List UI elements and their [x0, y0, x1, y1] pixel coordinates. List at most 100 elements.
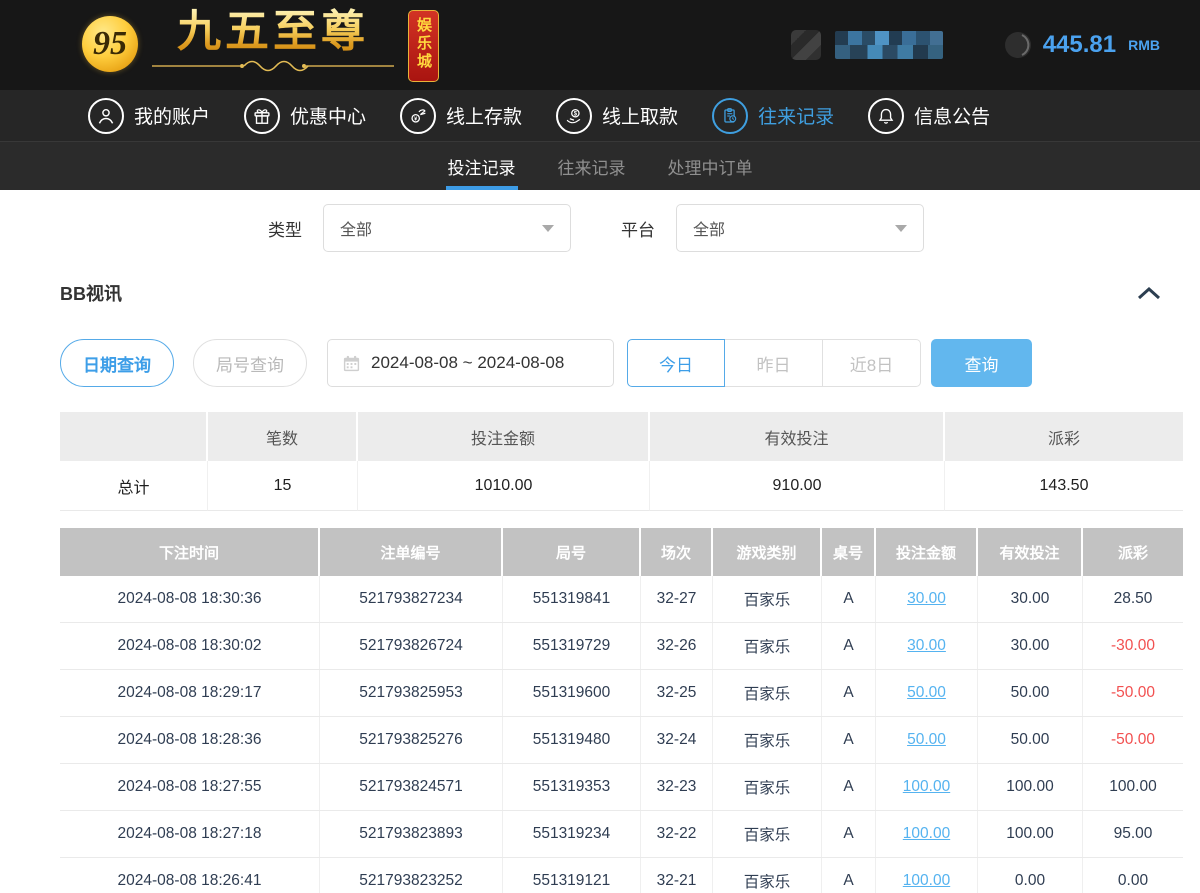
col-table-no: 桌号	[822, 528, 876, 576]
table-row: 2024-08-08 18:27:55521793824571551319353…	[60, 764, 1183, 811]
cell-table-no: A	[822, 670, 876, 716]
yesterday-button[interactable]: 昨日	[725, 339, 823, 387]
cell-bet-amount[interactable]: 50.00	[876, 717, 978, 763]
cell-round-id: 551319841	[503, 576, 641, 622]
cell-bet-amount[interactable]: 100.00	[876, 811, 978, 857]
logo-coin-icon: 95	[82, 16, 138, 72]
summary-header-row: 笔数 投注金额 有效投注 派彩	[60, 412, 1183, 461]
last8days-button[interactable]: 近8日	[823, 339, 921, 387]
nav-item-withdraw[interactable]: $ 线上取款	[556, 98, 678, 134]
cell-valid-bet: 100.00	[978, 811, 1083, 857]
nav-item-records[interactable]: 往来记录	[712, 98, 834, 134]
summary-header-cell	[60, 412, 208, 461]
cell-bet-amount[interactable]: 100.00	[876, 764, 978, 810]
date-range-input[interactable]: 2024-08-08 ~ 2024-08-08	[327, 339, 614, 387]
nav-label: 线上取款	[602, 102, 678, 129]
cell-payout: 100.00	[1083, 764, 1183, 810]
search-button[interactable]: 查询	[931, 339, 1032, 387]
cell-session: 32-27	[641, 576, 713, 622]
cell-game-type: 百家乐	[713, 811, 822, 857]
cell-bet-amount[interactable]: 30.00	[876, 623, 978, 669]
bet-amount-link[interactable]: 50.00	[907, 684, 946, 702]
table-row: 2024-08-08 18:30:36521793827234551319841…	[60, 576, 1183, 623]
nav-item-promotions[interactable]: 优惠中心	[244, 98, 366, 134]
col-game-type: 游戏类别	[713, 528, 822, 576]
cell-payout: 28.50	[1083, 576, 1183, 622]
cell-session: 32-24	[641, 717, 713, 763]
today-button[interactable]: 今日	[627, 339, 725, 387]
table-row: 2024-08-08 18:28:36521793825276551319480…	[60, 717, 1183, 764]
bet-table: 下注时间 注单编号 局号 场次 游戏类别 桌号 投注金额 有效投注 派彩 202…	[60, 528, 1183, 893]
platform-select[interactable]: 全部	[676, 204, 924, 252]
summary-header-count: 笔数	[208, 412, 358, 461]
table-row: 2024-08-08 18:30:02521793826724551319729…	[60, 623, 1183, 670]
table-row: 2024-08-08 18:27:18521793823893551319234…	[60, 811, 1183, 858]
cell-bet-id: 521793826724	[320, 623, 503, 669]
cell-round-id: 551319121	[503, 858, 641, 893]
balance-amount: 445.81	[1043, 31, 1116, 59]
col-payout: 派彩	[1083, 528, 1183, 576]
date-range-value: 2024-08-08 ~ 2024-08-08	[371, 353, 564, 373]
cell-game-type: 百家乐	[713, 858, 822, 893]
chevron-down-icon	[895, 225, 907, 232]
records-icon	[712, 98, 748, 134]
cell-round-id: 551319729	[503, 623, 641, 669]
table-row: 2024-08-08 18:26:41521793823252551319121…	[60, 858, 1183, 893]
summary-header-payout: 派彩	[945, 412, 1183, 461]
bet-amount-link[interactable]: 100.00	[903, 872, 950, 890]
cell-bet-time: 2024-08-08 18:26:41	[60, 858, 320, 893]
tab-processing-orders[interactable]: 处理中订单	[666, 142, 755, 190]
deposit-icon: ¥	[400, 98, 436, 134]
summary-total-row: 总计 15 1010.00 910.00 143.50	[60, 461, 1183, 511]
bet-amount-link[interactable]: 50.00	[907, 731, 946, 749]
tab-bet-records[interactable]: 投注记录	[446, 142, 518, 190]
cell-round-id: 551319234	[503, 811, 641, 857]
nav-item-deposit[interactable]: ¥ 线上存款	[400, 98, 522, 134]
tab-transaction-records[interactable]: 往来记录	[556, 142, 628, 190]
cell-bet-id: 521793825276	[320, 717, 503, 763]
withdraw-icon: $	[556, 98, 592, 134]
cell-valid-bet: 50.00	[978, 670, 1083, 716]
nav-item-my-account[interactable]: 我的账户	[88, 98, 210, 134]
cell-valid-bet: 30.00	[978, 623, 1083, 669]
cell-game-type: 百家乐	[713, 764, 822, 810]
type-filter-label: 类型	[268, 216, 302, 241]
cell-valid-bet: 100.00	[978, 764, 1083, 810]
cell-bet-amount[interactable]: 30.00	[876, 576, 978, 622]
nav-label: 线上存款	[446, 102, 522, 129]
filter-row: 类型 全部 平台 全部	[268, 204, 1200, 252]
round-query-button[interactable]: 局号查询	[193, 339, 307, 387]
gift-icon	[244, 98, 280, 134]
main-nav: 我的账户 优惠中心 ¥ 线上存款 $ 线上取款 往来记录 信息公告	[0, 90, 1200, 141]
logo-flourish-ornament	[148, 58, 398, 74]
bet-amount-link[interactable]: 100.00	[903, 778, 950, 796]
bet-table-body: 2024-08-08 18:30:36521793827234551319841…	[60, 576, 1183, 893]
cell-table-no: A	[822, 764, 876, 810]
cell-payout: 95.00	[1083, 811, 1183, 857]
bet-amount-link[interactable]: 30.00	[907, 590, 946, 608]
collapse-chevron-up-icon[interactable]	[1136, 285, 1162, 301]
balance[interactable]: 445.81 RMB	[1003, 30, 1160, 60]
type-select[interactable]: 全部	[323, 204, 571, 252]
nav-item-announcements[interactable]: 信息公告	[868, 98, 990, 134]
bet-amount-link[interactable]: 100.00	[903, 825, 950, 843]
cell-bet-id: 521793823252	[320, 858, 503, 893]
platform-select-value: 全部	[693, 216, 725, 240]
site-logo[interactable]: 95 九五至尊 娱乐城	[82, 8, 439, 82]
cell-round-id: 551319600	[503, 670, 641, 716]
bet-amount-link[interactable]: 30.00	[907, 637, 946, 655]
cell-bet-id: 521793827234	[320, 576, 503, 622]
col-round-id: 局号	[503, 528, 641, 576]
col-bet-amount: 投注金额	[876, 528, 978, 576]
cell-session: 32-23	[641, 764, 713, 810]
cell-bet-amount[interactable]: 50.00	[876, 670, 978, 716]
cell-payout: -30.00	[1083, 623, 1183, 669]
cell-bet-time: 2024-08-08 18:29:17	[60, 670, 320, 716]
cell-table-no: A	[822, 576, 876, 622]
cell-bet-amount[interactable]: 100.00	[876, 858, 978, 893]
cell-round-id: 551319353	[503, 764, 641, 810]
cell-game-type: 百家乐	[713, 576, 822, 622]
date-query-button[interactable]: 日期查询	[60, 339, 174, 387]
col-bet-time: 下注时间	[60, 528, 320, 576]
cell-bet-id: 521793825953	[320, 670, 503, 716]
